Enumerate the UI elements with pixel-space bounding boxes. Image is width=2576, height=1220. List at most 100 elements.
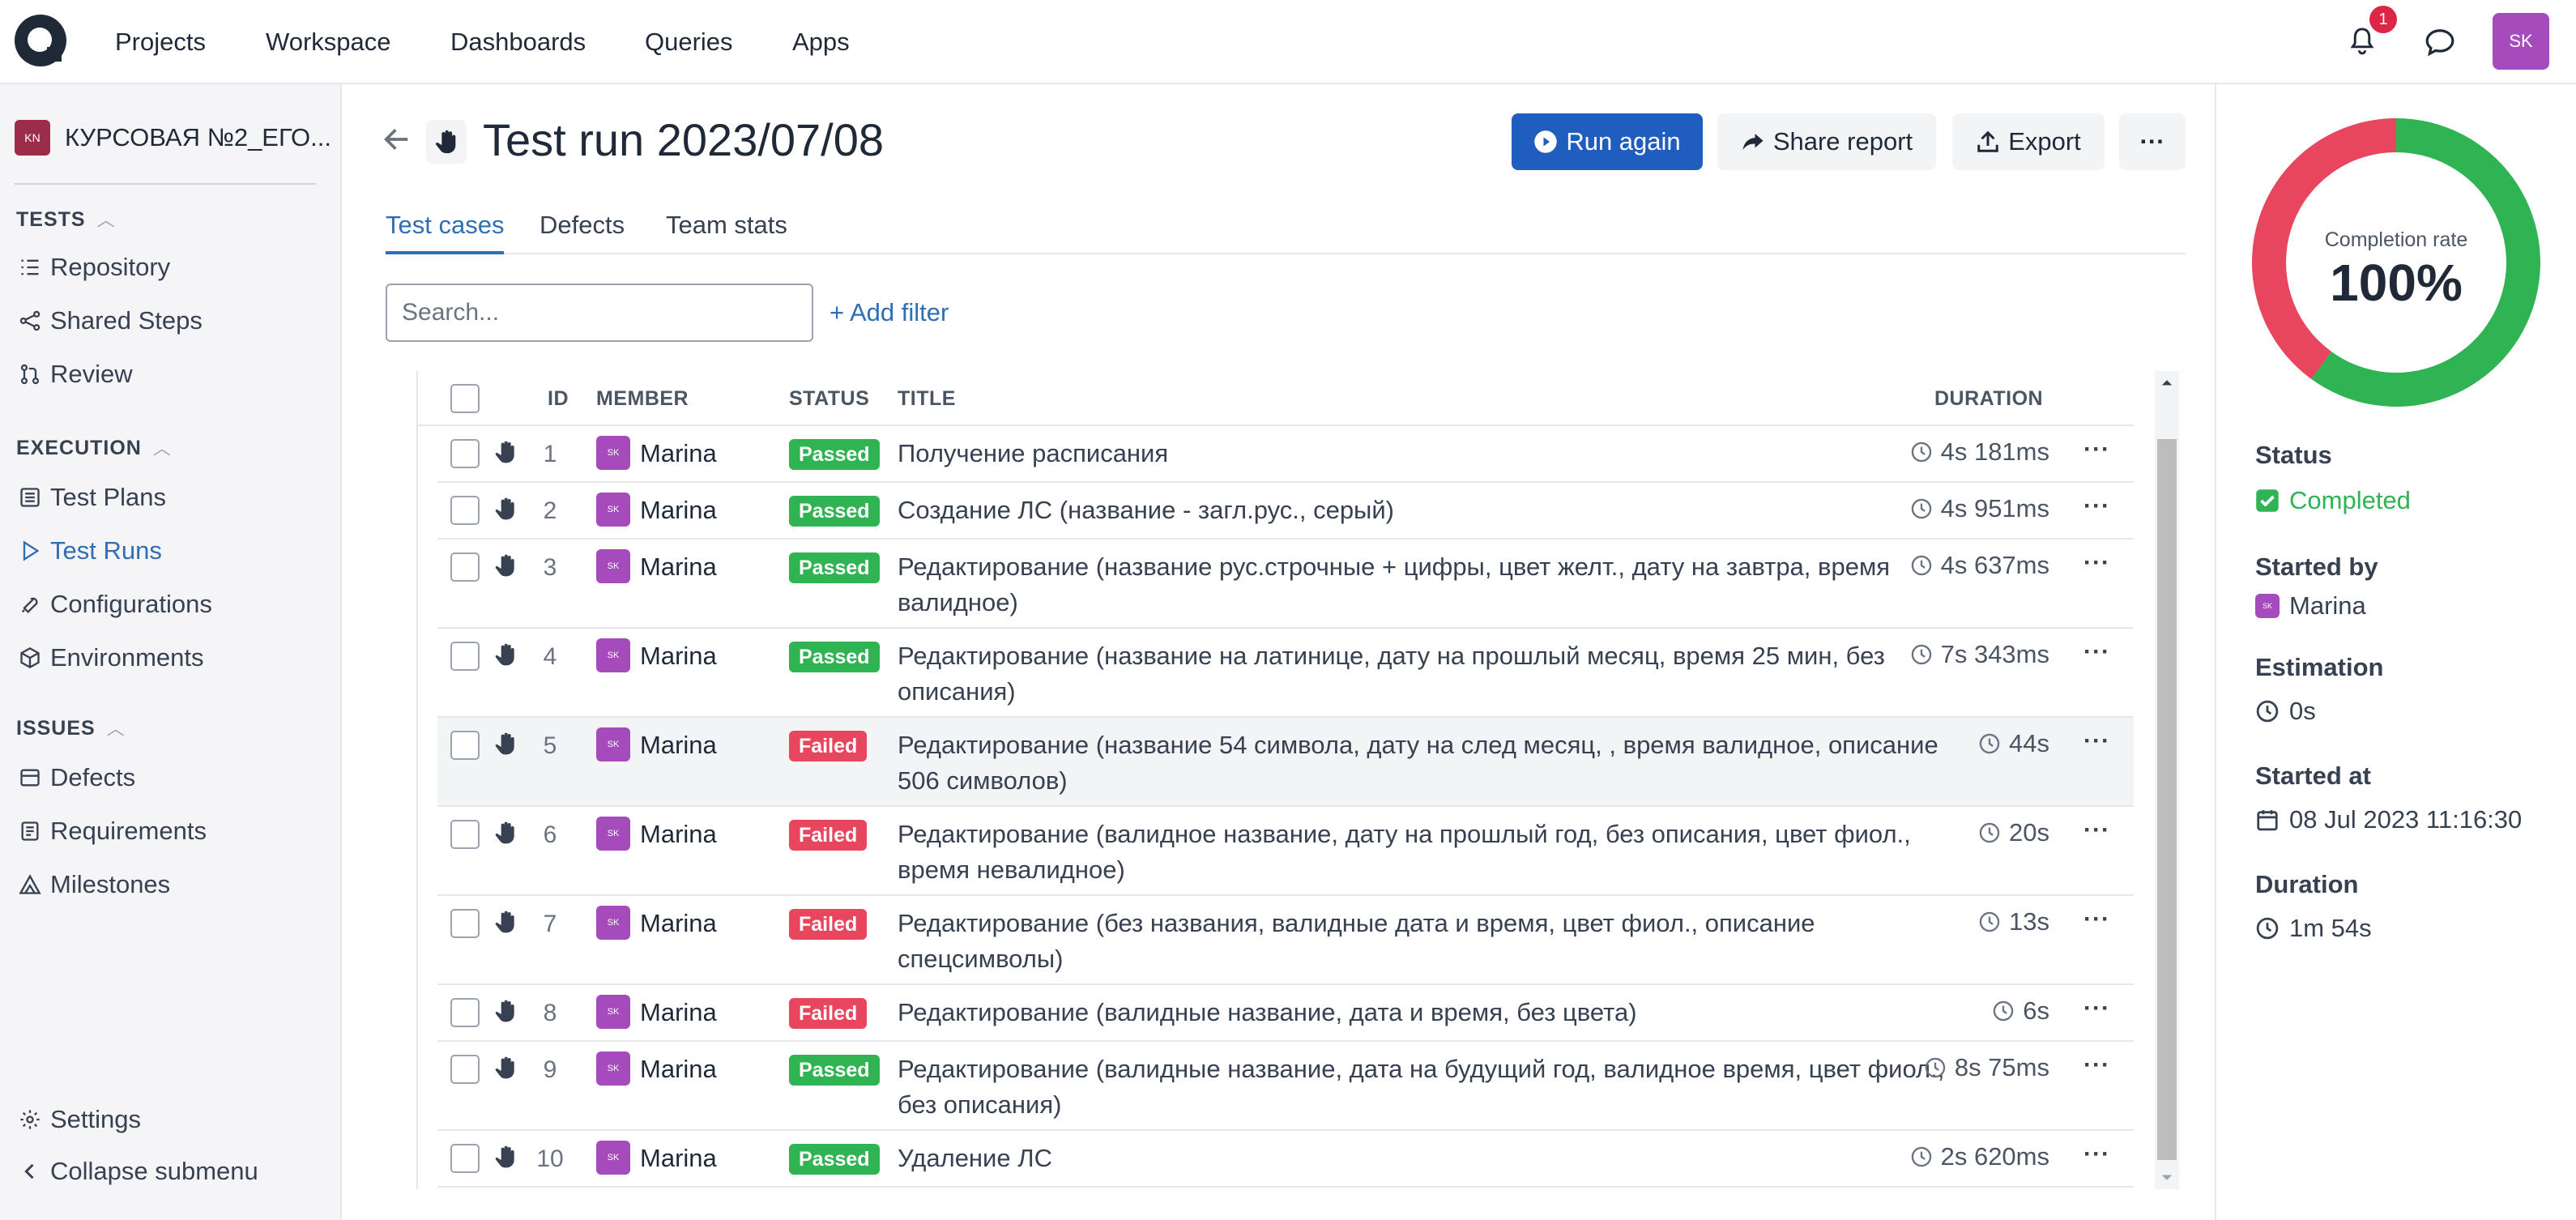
status-badge: Passed bbox=[789, 642, 880, 672]
sidebar-item-milestones[interactable]: Milestones bbox=[16, 870, 170, 899]
column-header-title[interactable]: TITLE bbox=[898, 387, 956, 411]
tab-test-cases[interactable]: Test cases bbox=[386, 211, 505, 254]
nav-queries[interactable]: Queries bbox=[645, 28, 733, 57]
export-button[interactable]: Export bbox=[1952, 113, 2105, 170]
case-title[interactable]: Редактирование (валидные название, дата … bbox=[898, 995, 1959, 1030]
nav-apps[interactable]: Apps bbox=[792, 28, 850, 57]
row-checkbox[interactable] bbox=[450, 1144, 480, 1173]
sidebar-item-repository[interactable]: Repository bbox=[16, 253, 170, 282]
row-checkbox[interactable] bbox=[450, 1055, 480, 1084]
row-checkbox[interactable] bbox=[450, 998, 480, 1027]
case-duration: 4s 181ms bbox=[1910, 437, 2049, 467]
more-options-button[interactable]: ··· bbox=[2119, 113, 2186, 170]
sidebar-item-environments[interactable]: Environments bbox=[16, 643, 204, 672]
row-checkbox[interactable] bbox=[450, 820, 480, 849]
row-more-button[interactable]: ··· bbox=[2083, 727, 2110, 755]
sidebar-item-label: Test Plans bbox=[50, 483, 167, 511]
case-title[interactable]: Редактирование (валидные название, дата … bbox=[898, 1052, 1959, 1123]
row-more-button[interactable]: ··· bbox=[2083, 906, 2110, 933]
scrollbar-thumb[interactable] bbox=[2157, 439, 2177, 1160]
sidebar-item-requirements[interactable]: Requirements bbox=[16, 817, 207, 846]
row-checkbox[interactable] bbox=[450, 439, 480, 468]
table-row[interactable]: 10 SK Marina Passed Удаление ЛС 2s 620ms ··· bbox=[437, 1131, 2134, 1188]
tab-defects[interactable]: Defects bbox=[540, 211, 625, 254]
table-row[interactable]: 9 SK Marina Passed Редактирование (валидные … bbox=[437, 1042, 2134, 1131]
column-header-id[interactable]: ID bbox=[548, 387, 569, 411]
completion-rate-value: 100% bbox=[2330, 254, 2463, 312]
issues-section-header[interactable]: ISSUES ︿ bbox=[16, 715, 126, 740]
case-title[interactable]: Редактирование (без названия, валидные д… bbox=[898, 906, 1959, 977]
sidebar-item-shared-steps[interactable]: Shared Steps bbox=[16, 306, 203, 335]
row-more-button[interactable]: ··· bbox=[2083, 995, 2110, 1022]
sidebar-item-settings[interactable]: Settings bbox=[16, 1105, 141, 1134]
chat-icon[interactable] bbox=[2422, 24, 2458, 60]
member-name: Marina bbox=[640, 1055, 717, 1083]
app-logo[interactable] bbox=[15, 15, 66, 66]
nav-dashboards[interactable]: Dashboards bbox=[450, 28, 586, 57]
row-more-button[interactable]: ··· bbox=[2083, 638, 2110, 666]
table-row[interactable]: 1 SK Marina Passed Получение расписания 4s 18… bbox=[437, 426, 2134, 483]
member-name: Marina bbox=[640, 998, 717, 1026]
row-more-button[interactable]: ··· bbox=[2083, 817, 2110, 844]
back-arrow-icon[interactable] bbox=[381, 123, 413, 156]
case-title[interactable]: Удаление ЛС bbox=[898, 1141, 1959, 1176]
row-checkbox[interactable] bbox=[450, 909, 480, 938]
case-title[interactable]: Редактирование (название на латинице, да… bbox=[898, 638, 1959, 710]
table-row[interactable]: 4 SK Marina Passed Редактирование (название … bbox=[437, 629, 2134, 718]
cube-icon bbox=[16, 644, 44, 672]
test-cases-table: ID MEMBER STATUS TITLE DURATION 1 SK Marin… bbox=[416, 371, 2186, 1189]
scroll-down-icon[interactable] bbox=[2155, 1165, 2179, 1189]
table-row[interactable]: 2 SK Marina Passed Создание ЛС (название - з… bbox=[437, 483, 2134, 540]
manual-run-hand-icon bbox=[426, 120, 467, 164]
case-title[interactable]: Получение расписания bbox=[898, 436, 1959, 471]
row-more-button[interactable]: ··· bbox=[2083, 436, 2110, 463]
run-again-button[interactable]: Run again bbox=[1512, 113, 1703, 170]
case-title[interactable]: Редактирование (название 54 символа, дат… bbox=[898, 727, 1959, 799]
sidebar-item-test-plans[interactable]: Test Plans bbox=[16, 483, 166, 512]
row-checkbox[interactable] bbox=[450, 496, 480, 525]
row-more-button[interactable]: ··· bbox=[2083, 1052, 2110, 1079]
row-more-button[interactable]: ··· bbox=[2083, 1141, 2110, 1168]
sidebar-item-test-runs[interactable]: Test Runs bbox=[16, 536, 162, 565]
manual-type-indicator bbox=[493, 642, 518, 672]
case-id: 5 bbox=[543, 732, 557, 759]
table-row[interactable]: 5 SK Marina Failed Редактирование (название … bbox=[437, 718, 2134, 807]
case-title[interactable]: Создание ЛС (название - загл.рус., серый… bbox=[898, 493, 1959, 528]
sidebar-item-label: Milestones bbox=[50, 870, 171, 898]
case-id: 1 bbox=[543, 441, 557, 467]
row-more-button[interactable]: ··· bbox=[2083, 549, 2110, 577]
table-row[interactable]: 7 SK Marina Failed Редактирование (без назва… bbox=[437, 896, 2134, 985]
user-avatar[interactable]: SK bbox=[2493, 13, 2549, 70]
scroll-up-icon[interactable] bbox=[2155, 371, 2179, 395]
sidebar-item-configurations[interactable]: Configurations bbox=[16, 590, 212, 619]
share-report-button[interactable]: Share report bbox=[1717, 113, 1936, 170]
table-row[interactable]: 8 SK Marina Failed Редактирование (валидные … bbox=[437, 985, 2134, 1042]
case-title[interactable]: Редактирование (название рус.строчные + … bbox=[898, 549, 1959, 621]
search-input[interactable] bbox=[386, 284, 813, 342]
column-header-duration[interactable]: DURATION bbox=[1934, 387, 2043, 411]
sidebar-item-defects[interactable]: Defects bbox=[16, 763, 135, 792]
table-row[interactable]: 3 SK Marina Passed Редактирование (название … bbox=[437, 540, 2134, 629]
tab-team-stats[interactable]: Team stats bbox=[666, 211, 787, 254]
column-header-status[interactable]: STATUS bbox=[789, 387, 869, 411]
tests-section-header[interactable]: TESTS ︿ bbox=[16, 206, 116, 232]
add-filter-button[interactable]: + Add filter bbox=[830, 298, 949, 327]
case-title[interactable]: Редактирование (валидное название, дату … bbox=[898, 817, 1959, 888]
row-checkbox[interactable] bbox=[450, 731, 480, 760]
sidebar-item-label: Review bbox=[50, 360, 133, 388]
column-header-member[interactable]: MEMBER bbox=[596, 387, 689, 411]
nav-workspace[interactable]: Workspace bbox=[266, 28, 391, 57]
project-name: КУРСОВАЯ №2_ЕГО... bbox=[65, 123, 331, 151]
share-report-label: Share report bbox=[1772, 127, 1913, 156]
collapse-submenu-button[interactable]: Collapse submenu bbox=[16, 1157, 258, 1186]
row-checkbox[interactable] bbox=[450, 552, 480, 582]
row-checkbox[interactable] bbox=[450, 642, 480, 671]
execution-section-header[interactable]: EXECUTION ︿ bbox=[16, 434, 172, 460]
project-selector[interactable]: KN КУРСОВАЯ №2_ЕГО... bbox=[15, 120, 331, 156]
select-all-checkbox[interactable] bbox=[450, 384, 480, 413]
row-more-button[interactable]: ··· bbox=[2083, 493, 2110, 520]
sidebar-item-review[interactable]: Review bbox=[16, 360, 133, 389]
duration-text: 44s bbox=[2009, 729, 2049, 757]
table-row[interactable]: 6 SK Marina Failed Редактирование (валидное … bbox=[437, 807, 2134, 896]
nav-projects[interactable]: Projects bbox=[115, 28, 206, 57]
